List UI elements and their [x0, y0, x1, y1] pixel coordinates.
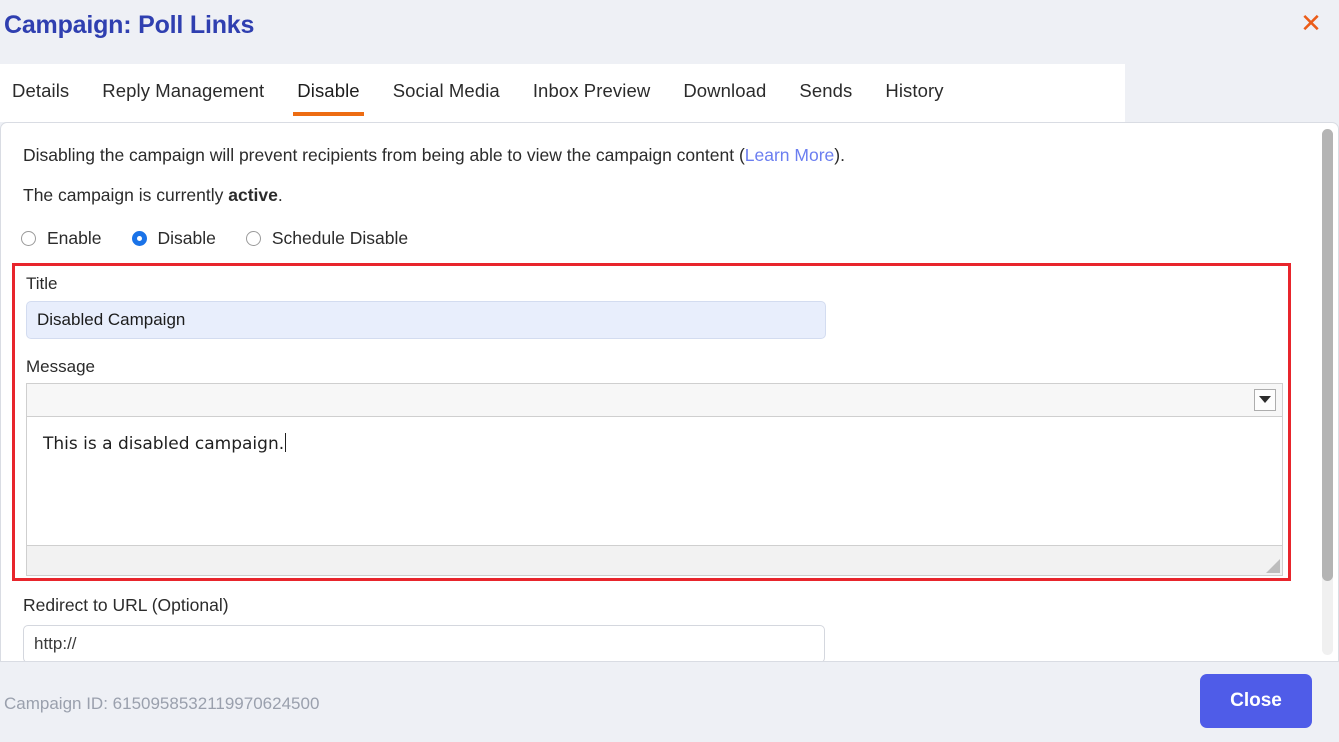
intro-suffix: ). [834, 145, 845, 165]
radio-indicator-schedule-disable[interactable] [245, 230, 261, 246]
modal-header: Campaign: Poll Links ✕ [0, 0, 1339, 64]
radio-label-disable: Disable [157, 227, 216, 248]
radio-indicator-disable[interactable] [131, 230, 147, 246]
disable-mode-radio-group: Enable Disable Schedule Disable [21, 225, 438, 251]
tab-download[interactable]: Download [683, 64, 766, 116]
text-caret [285, 433, 287, 452]
message-editor-text: This is a disabled campaign. [43, 434, 285, 454]
learn-more-link[interactable]: Learn More [745, 145, 835, 165]
status-suffix: . [277, 185, 283, 205]
title-field-label: Title [26, 274, 58, 293]
chevron-down-icon[interactable] [1254, 389, 1276, 411]
message-field-label: Message [26, 357, 95, 376]
message-rich-text-editor: This is a disabled campaign. [26, 383, 1283, 576]
radio-option-schedule-disable[interactable]: Schedule Disable [245, 227, 409, 249]
close-x-icon[interactable]: ✕ [1296, 9, 1326, 39]
page-title: Campaign: Poll Links [4, 11, 255, 39]
title-input[interactable] [26, 301, 826, 339]
status-prefix: The campaign is currently [23, 185, 229, 205]
tab-reply-management[interactable]: Reply Management [102, 64, 264, 116]
status-value: active [228, 185, 278, 205]
message-editor-body[interactable]: This is a disabled campaign. [27, 417, 1282, 545]
redirect-field-label: Redirect to URL (Optional) [23, 595, 229, 615]
highlighted-form-group: Title Message This is a disabled campaig… [12, 263, 1291, 581]
radio-label-schedule-disable: Schedule Disable [271, 227, 409, 248]
panel-content: Disabling the campaign will prevent reci… [1, 123, 1323, 661]
tab-disable[interactable]: Disable [293, 64, 365, 116]
tab-bar: Details Reply Management Disable Social … [0, 64, 1125, 122]
tab-history[interactable]: History [885, 64, 943, 116]
editor-statusbar [27, 545, 1282, 575]
radio-option-disable[interactable]: Disable [131, 227, 216, 249]
radio-indicator-enable[interactable] [21, 230, 36, 246]
tab-sends[interactable]: Sends [799, 64, 852, 116]
editor-toolbar [27, 384, 1282, 417]
modal-footer: Campaign ID: 6150958532119970624500 Clos… [0, 662, 1339, 742]
resize-grip-icon[interactable] [1264, 557, 1280, 573]
intro-text: Disabling the campaign will prevent reci… [23, 145, 845, 166]
close-button[interactable]: Close [1200, 674, 1312, 728]
status-text: The campaign is currently active. [23, 185, 283, 206]
radio-label-enable: Enable [47, 227, 102, 248]
intro-prefix: Disabling the campaign will prevent reci… [23, 145, 745, 165]
tab-social-media[interactable]: Social Media [393, 64, 500, 116]
campaign-id-text: Campaign ID: 6150958532119970624500 [4, 694, 320, 713]
panel-scrollbar[interactable] [1322, 129, 1333, 655]
radio-option-enable[interactable]: Enable [21, 228, 102, 249]
redirect-url-input[interactable] [23, 625, 825, 661]
tab-details[interactable]: Details [12, 64, 69, 116]
disable-panel: Disabling the campaign will prevent reci… [0, 122, 1339, 662]
tab-inbox-preview[interactable]: Inbox Preview [533, 64, 651, 116]
panel-scrollbar-thumb[interactable] [1322, 129, 1333, 581]
